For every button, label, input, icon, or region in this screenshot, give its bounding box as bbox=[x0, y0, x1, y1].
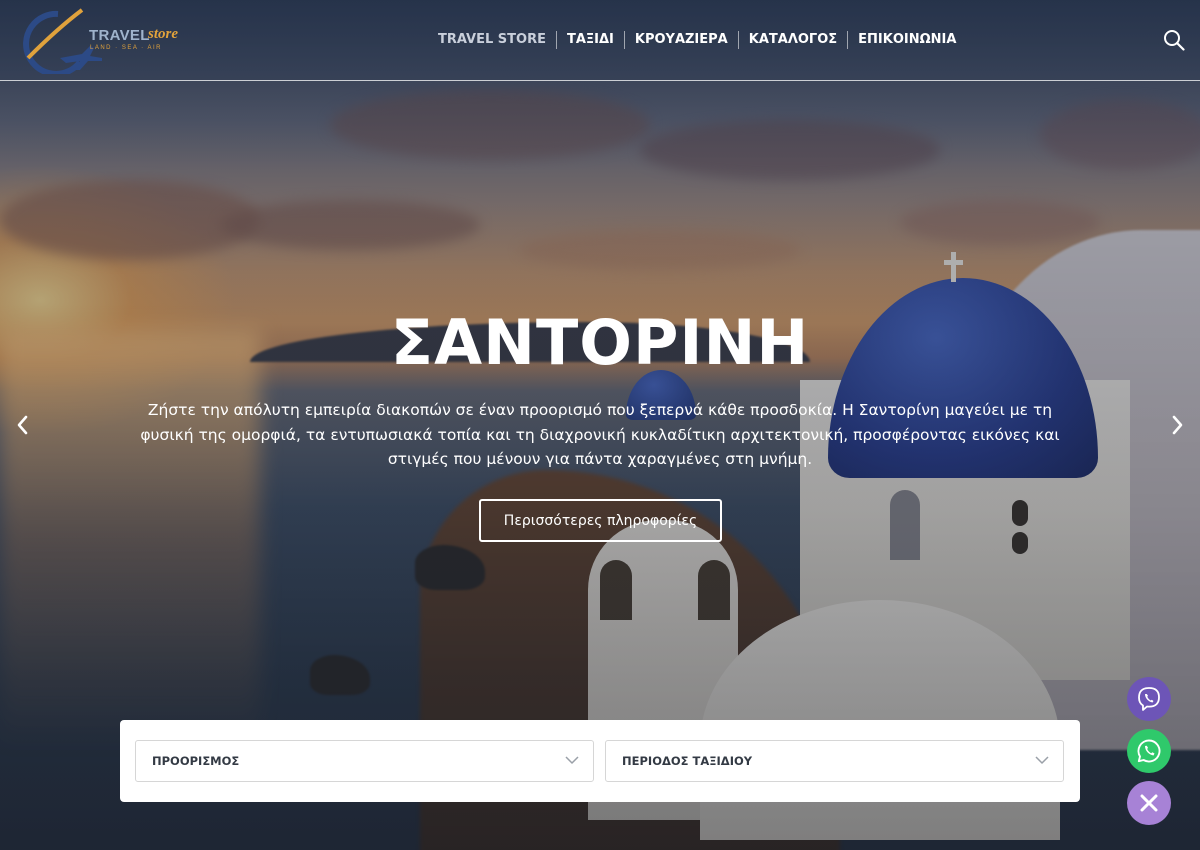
brand-logo[interactable]: TRAVEL store LAND · SEA · AIR bbox=[18, 8, 188, 77]
travel-period-label: ΠΕΡΙΟΔΟΣ ΤΑΞΙΔΙΟΥ bbox=[622, 754, 753, 768]
viber-icon bbox=[1138, 687, 1160, 711]
close-contact-button[interactable] bbox=[1127, 781, 1171, 825]
destination-select[interactable]: ΠΡΟΟΡΙΣΜΟΣ bbox=[135, 740, 594, 782]
viber-button[interactable] bbox=[1127, 677, 1171, 721]
slider-next-button[interactable] bbox=[1169, 413, 1185, 437]
search-icon bbox=[1164, 30, 1185, 51]
chevron-down-icon bbox=[565, 756, 579, 765]
nav-cruise[interactable]: ΚΡΟΥΑΖΙΕΡΑ bbox=[625, 31, 738, 49]
slider-prev-button[interactable] bbox=[15, 413, 31, 437]
chevron-left-icon bbox=[17, 415, 28, 435]
close-icon bbox=[1140, 794, 1158, 812]
whatsapp-button[interactable] bbox=[1127, 729, 1171, 773]
brand-name: TRAVEL bbox=[89, 27, 150, 44]
chevron-right-icon bbox=[1172, 415, 1183, 435]
brand-name-script: store bbox=[148, 26, 178, 42]
nav-contact[interactable]: ΕΠΙΚΟΙΝΩΝΙΑ bbox=[848, 31, 966, 49]
whatsapp-icon bbox=[1137, 739, 1161, 763]
trip-search-panel: ΠΡΟΟΡΙΣΜΟΣ ΠΕΡΙΟΔΟΣ ΤΑΞΙΔΙΟΥ bbox=[120, 720, 1080, 802]
site-header: TRAVEL store LAND · SEA · AIR TRAVEL STO… bbox=[0, 0, 1200, 81]
travel-period-select[interactable]: ΠΕΡΙΟΔΟΣ ΤΑΞΙΔΙΟΥ bbox=[605, 740, 1064, 782]
nav-travel-store[interactable]: TRAVEL STORE bbox=[428, 31, 556, 49]
destination-label: ΠΡΟΟΡΙΣΜΟΣ bbox=[152, 754, 240, 768]
nav-trip[interactable]: ΤΑΞΙΔΙ bbox=[557, 31, 624, 49]
search-button[interactable] bbox=[1163, 29, 1185, 51]
nav-catalog[interactable]: ΚΑΤΑΛΟΓΟΣ bbox=[739, 31, 847, 49]
brand-tagline: LAND · SEA · AIR bbox=[90, 45, 163, 51]
chevron-down-icon bbox=[1035, 756, 1049, 765]
main-nav: TRAVEL STORE ΤΑΞΙΔΙ ΚΡΟΥΑΖΙΕΡΑ ΚΑΤΑΛΟΓΟΣ… bbox=[428, 31, 966, 49]
more-info-button[interactable]: Περισσότερες πληροφορίες bbox=[479, 499, 722, 542]
hero-title: ΣΑΝΤΟΡΙΝΗ bbox=[390, 306, 810, 379]
hero-description: Ζήστε την απόλυτη εμπειρία διακοπών σε έ… bbox=[140, 401, 1060, 468]
